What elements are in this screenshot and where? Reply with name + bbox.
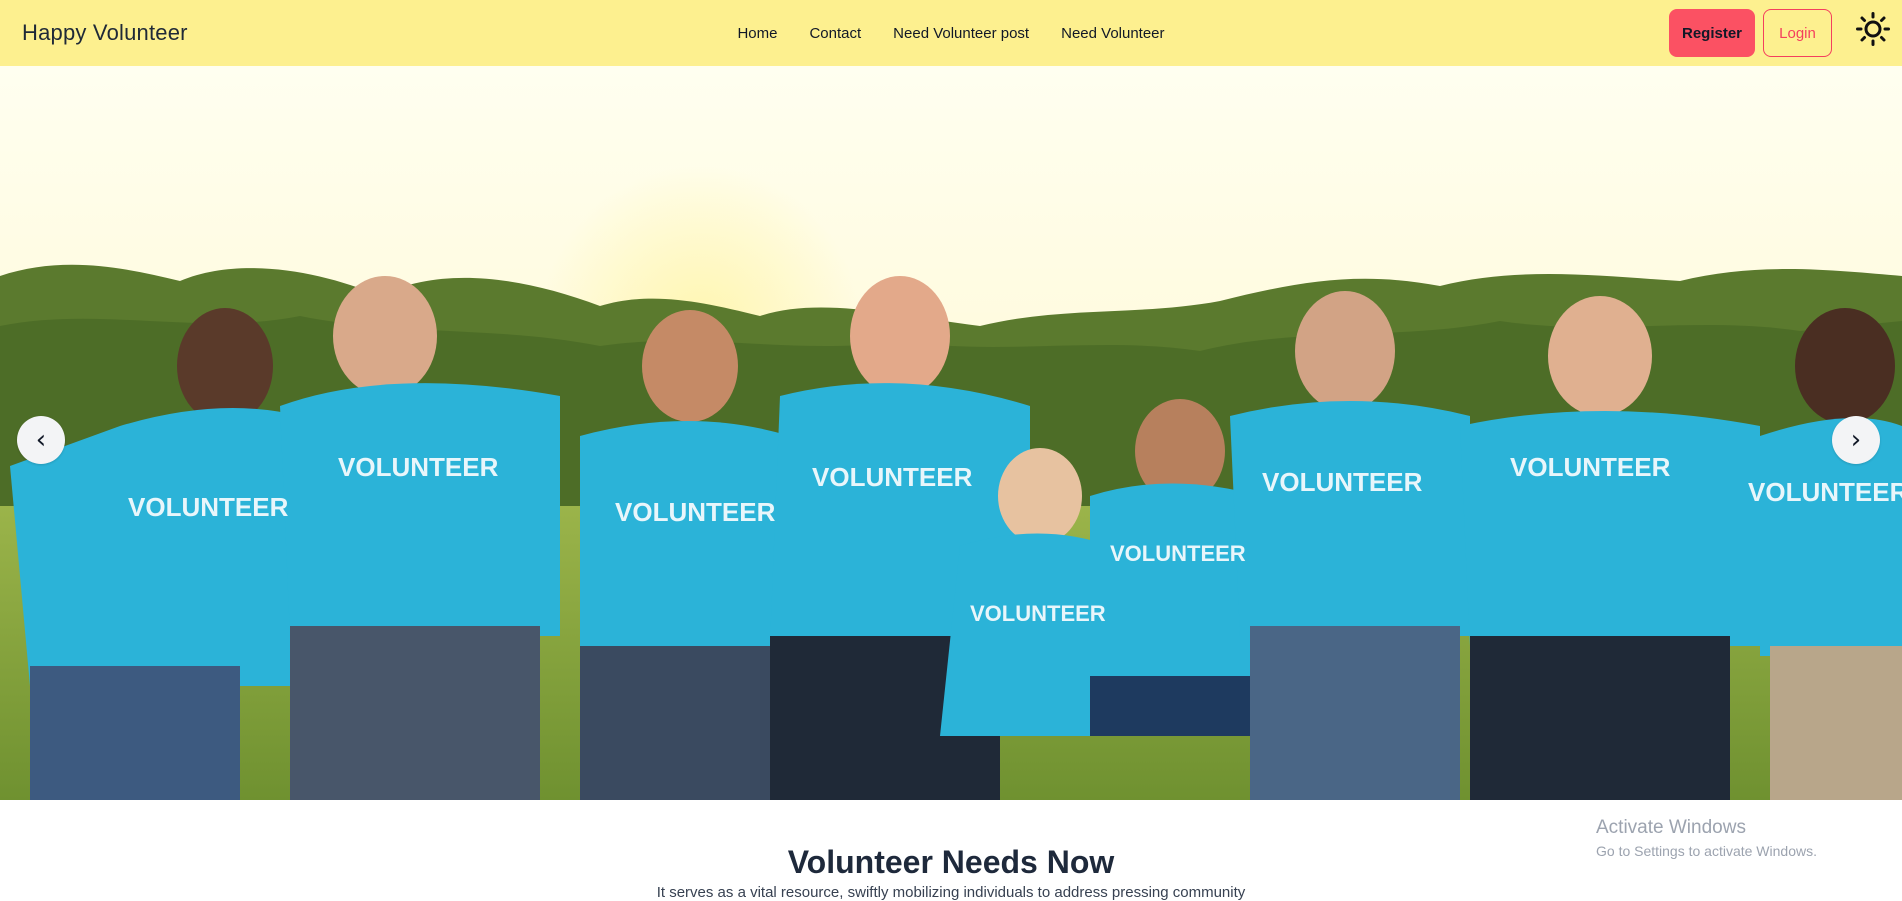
watermark-title: Activate Windows [1596, 817, 1746, 838]
watermark-subtitle: Go to Settings to activate Windows. [1596, 843, 1817, 859]
shirt-text: VOLUNTEER [1748, 477, 1902, 507]
brand-logo[interactable]: Happy Volunteer [22, 20, 188, 46]
sun-icon [1856, 12, 1890, 46]
nav-need-volunteer[interactable]: Need Volunteer [1045, 17, 1180, 50]
nav-links: Home Contact Need Volunteer post Need Vo… [0, 0, 1902, 66]
shirt-text: VOLUNTEER [1110, 541, 1246, 566]
theme-toggle-button[interactable] [1854, 10, 1892, 48]
nav-need-volunteer-post[interactable]: Need Volunteer post [877, 17, 1045, 50]
carousel-next-button[interactable]: › [1832, 416, 1880, 464]
hero-carousel: VOLUNTEER VOLUNTEER VOLUNTEER VOLUNTEER … [0, 66, 1902, 800]
hero-image: VOLUNTEER VOLUNTEER VOLUNTEER VOLUNTEER … [0, 66, 1902, 800]
shirt-text: VOLUNTEER [970, 601, 1106, 626]
shirt-text: VOLUNTEER [1510, 452, 1671, 482]
shirt-text: VOLUNTEER [1262, 467, 1423, 497]
carousel-prev-button[interactable]: ‹ [17, 416, 65, 464]
login-button[interactable]: Login [1763, 9, 1832, 57]
shirt-text: VOLUNTEER [812, 462, 973, 492]
register-button[interactable]: Register [1669, 9, 1755, 57]
shirt-text: VOLUNTEER [615, 497, 776, 527]
nav-contact[interactable]: Contact [793, 17, 877, 50]
section-description: It serves as a vital resource, swiftly m… [656, 884, 1246, 901]
nav-home[interactable]: Home [721, 17, 793, 50]
navbar: Happy Volunteer Home Contact Need Volunt… [0, 0, 1902, 66]
shirt-text: VOLUNTEER [338, 452, 499, 482]
windows-activation-watermark: Activate Windows Go to Settings to activ… [1596, 817, 1817, 859]
shirt-text: VOLUNTEER [128, 492, 289, 522]
